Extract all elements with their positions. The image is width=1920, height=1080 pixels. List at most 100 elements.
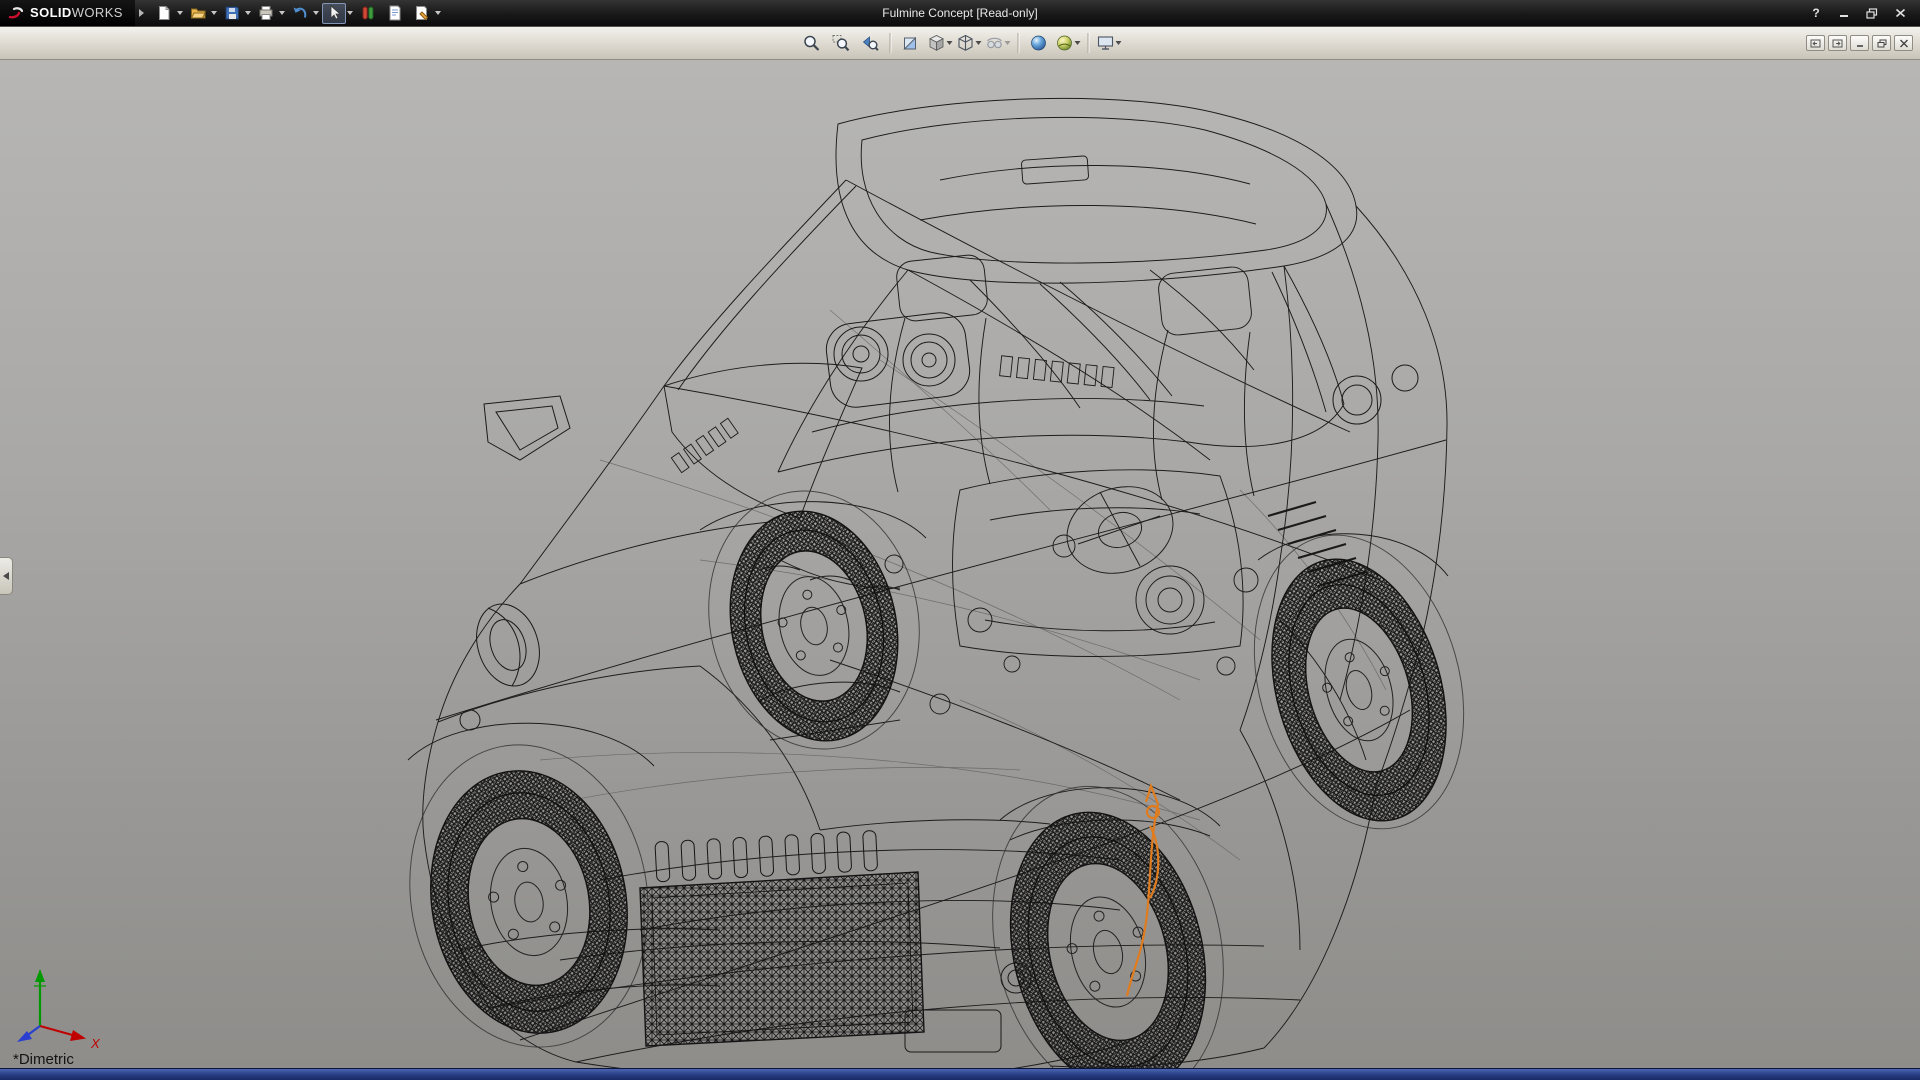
hidden-edges: [480, 310, 1386, 860]
previous-view-button[interactable]: [857, 30, 883, 56]
open-button[interactable]: [186, 3, 210, 24]
wheel-front-right[interactable]: [982, 791, 1233, 1068]
zoom-to-fit-button[interactable]: [799, 30, 825, 56]
dropdown-caret[interactable]: [245, 11, 251, 15]
window-title: Fulmine Concept [Read-only]: [882, 6, 1037, 20]
collapse-arrow-icon: [3, 572, 10, 580]
solidworks-logo-icon: [8, 5, 25, 21]
close-button[interactable]: [1888, 4, 1912, 22]
wireframe-car-model[interactable]: [0, 60, 1920, 1068]
print-icon: [258, 5, 274, 21]
undo-button[interactable]: [288, 3, 312, 24]
dropdown-caret[interactable]: [279, 11, 285, 15]
dropdown-caret[interactable]: [1115, 41, 1121, 45]
dropdown-caret[interactable]: [177, 11, 183, 15]
file-properties-group: [383, 3, 407, 24]
open-group: [186, 3, 217, 24]
close-icon: [1895, 8, 1906, 18]
zoom-to-fit-icon: [803, 34, 821, 52]
print-button[interactable]: [254, 3, 278, 24]
apply-scene-button[interactable]: [1055, 30, 1081, 56]
file-properties-icon: [387, 5, 403, 21]
section-view-button[interactable]: [898, 30, 924, 56]
solidworks-window: SOLIDWORKS: [0, 0, 1920, 1080]
wheel-rear-left[interactable]: [710, 495, 919, 756]
window-controls: ?: [1804, 4, 1920, 22]
view-settings-icon: [1096, 34, 1114, 52]
apply-scene-icon: [1055, 34, 1073, 52]
toolbar-expander-icon[interactable]: [139, 9, 144, 17]
help-icon: ?: [1812, 6, 1819, 20]
wheel-rear-right[interactable]: [1243, 539, 1475, 842]
zoom-to-area-button[interactable]: [828, 30, 854, 56]
toolbar-separator: [1018, 33, 1019, 53]
edit-appearance-icon: [1030, 34, 1048, 52]
minimize-child-icon: [1855, 39, 1865, 48]
undo-group: [288, 3, 319, 24]
wheel-front-left[interactable]: [411, 755, 648, 1049]
brand-text-solid: SOLID: [30, 5, 72, 20]
save-button[interactable]: [220, 3, 244, 24]
rebuild-button[interactable]: [356, 3, 380, 24]
select-group: [322, 3, 353, 24]
options-button[interactable]: [410, 3, 434, 24]
minimize-child-button[interactable]: [1850, 35, 1869, 51]
heads-up-view-toolbar: [799, 30, 1122, 56]
restore-child-button[interactable]: [1872, 35, 1891, 51]
brand-text-works: WORKS: [72, 5, 123, 20]
view-orientation-icon: [927, 34, 945, 52]
save-group: [220, 3, 251, 24]
display-style-button[interactable]: [956, 30, 982, 56]
options-group: [410, 3, 441, 24]
minimize-icon: [1838, 8, 1850, 18]
graphics-viewport[interactable]: X *Dimetric: [0, 60, 1920, 1068]
new-document-group: [152, 3, 183, 24]
save-icon: [224, 5, 240, 21]
select-cursor-icon: [326, 5, 342, 21]
reference-triad: X: [12, 964, 106, 1050]
dock-left-icon: [1810, 39, 1821, 48]
taskbar-strip[interactable]: [0, 1068, 1920, 1080]
new-document-icon: [156, 5, 172, 21]
dock-right-button[interactable]: [1828, 35, 1847, 51]
close-child-icon: [1899, 39, 1909, 48]
toolbar-separator: [1088, 33, 1089, 53]
display-style-icon: [956, 34, 974, 52]
dropdown-caret[interactable]: [211, 11, 217, 15]
title-bar: SOLIDWORKS: [0, 0, 1920, 26]
undo-icon: [292, 5, 308, 21]
edit-appearance-button[interactable]: [1026, 30, 1052, 56]
feature-manager-collapse-tab[interactable]: [0, 557, 13, 595]
restore-button[interactable]: [1860, 4, 1884, 22]
dropdown-caret[interactable]: [347, 11, 353, 15]
dropdown-caret[interactable]: [975, 41, 981, 45]
options-icon: [414, 5, 430, 21]
new-document-button[interactable]: [152, 3, 176, 24]
child-window-controls: [1806, 35, 1913, 51]
view-settings-button[interactable]: [1096, 30, 1122, 56]
file-properties-button[interactable]: [383, 3, 407, 24]
open-folder-icon: [190, 5, 206, 21]
select-tool-button[interactable]: [322, 3, 346, 24]
restore-icon: [1866, 8, 1878, 19]
brand-text: SOLIDWORKS: [30, 4, 123, 22]
dropdown-caret[interactable]: [313, 11, 319, 15]
dropdown-caret[interactable]: [1004, 41, 1010, 45]
dock-left-button[interactable]: [1806, 35, 1825, 51]
rebuild-group: [356, 3, 380, 24]
triad-x-label: X: [90, 1036, 101, 1050]
view-orientation-button[interactable]: [927, 30, 953, 56]
dropdown-caret[interactable]: [435, 11, 441, 15]
dock-right-icon: [1832, 39, 1843, 48]
minimize-button[interactable]: [1832, 4, 1856, 22]
restore-child-icon: [1877, 39, 1887, 48]
front-grille[interactable]: [640, 830, 924, 1046]
dropdown-caret[interactable]: [1074, 41, 1080, 45]
rebuild-icon: [360, 5, 376, 21]
close-child-button[interactable]: [1894, 35, 1913, 51]
hide-show-items-icon: [985, 34, 1003, 52]
help-button[interactable]: ?: [1804, 4, 1828, 22]
hide-show-items-button[interactable]: [985, 30, 1011, 56]
view-orientation-label: *Dimetric: [13, 1051, 74, 1068]
dropdown-caret[interactable]: [946, 41, 952, 45]
